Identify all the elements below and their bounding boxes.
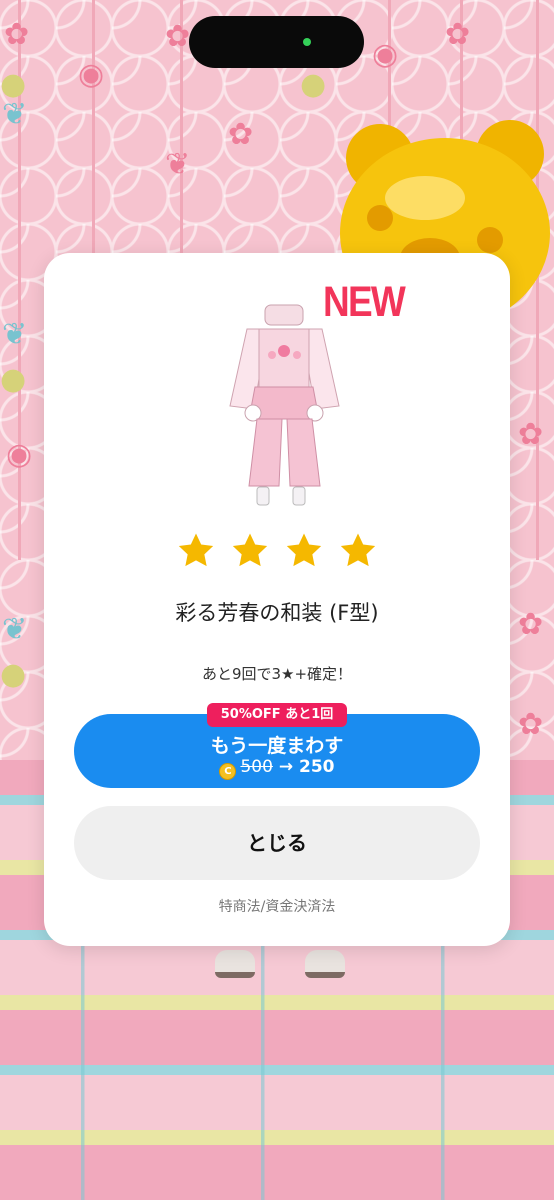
- rarity-stars: [44, 531, 510, 577]
- bird-ornament-icon: ●: [0, 657, 27, 692]
- character-shoes: [205, 940, 355, 980]
- old-price: 500: [240, 757, 273, 777]
- ball-ornament-icon: ◉: [6, 437, 33, 472]
- flower-ornament-icon: ✿: [518, 707, 544, 742]
- flower-ornament-icon: ✿: [518, 417, 544, 452]
- close-button[interactable]: とじる: [74, 806, 480, 880]
- star-icon: [286, 533, 322, 567]
- bird-ornament-icon: ●: [300, 67, 327, 102]
- bow-ornament-icon: ❦: [2, 97, 28, 132]
- gacha-result-modal: NEW 彩る芳春の和装 (F型) あと9回で3★+確定！ 50%OFF あと1回…: [44, 253, 510, 946]
- flower-ornament-icon: ✿: [228, 117, 254, 152]
- legal-notice-link[interactable]: 特商法/資金決済法: [44, 896, 510, 916]
- price-arrow: →: [278, 757, 294, 777]
- coin-icon: C: [219, 763, 237, 780]
- outfit-item-image: [229, 304, 340, 506]
- flower-ornament-icon: ✿: [518, 607, 544, 642]
- bird-ornament-icon: ●: [0, 67, 27, 102]
- flower-ornament-icon: ✿: [4, 17, 30, 52]
- item-name: 彩る芳春の和装 (F型): [175, 601, 379, 625]
- discount-badge: 50%OFF あと1回: [207, 703, 347, 727]
- guarantee-text: あと9回で3★+確定！: [201, 665, 353, 683]
- flower-ornament-icon: ✿: [445, 17, 471, 52]
- close-label: とじる: [247, 831, 307, 855]
- star-icon: [232, 533, 268, 567]
- bird-ornament-icon: ●: [0, 362, 27, 397]
- flower-ornament-icon: ✿: [165, 19, 191, 54]
- dynamic-island: [189, 16, 364, 68]
- spin-again-label: もう一度まわす: [210, 735, 344, 757]
- camera-indicator-icon: [303, 38, 311, 46]
- ball-ornament-icon: ◉: [78, 57, 105, 92]
- ball-ornament-icon: ◉: [372, 37, 399, 72]
- bow-ornament-icon: ❦: [2, 612, 28, 647]
- bow-ornament-icon: ❦: [2, 317, 28, 352]
- star-icon: [178, 533, 214, 567]
- price-row: C 500 → 250: [74, 757, 480, 780]
- bow-ornament-icon: ❦: [165, 147, 191, 182]
- star-icon: [340, 533, 376, 567]
- new-price: 250: [299, 757, 335, 777]
